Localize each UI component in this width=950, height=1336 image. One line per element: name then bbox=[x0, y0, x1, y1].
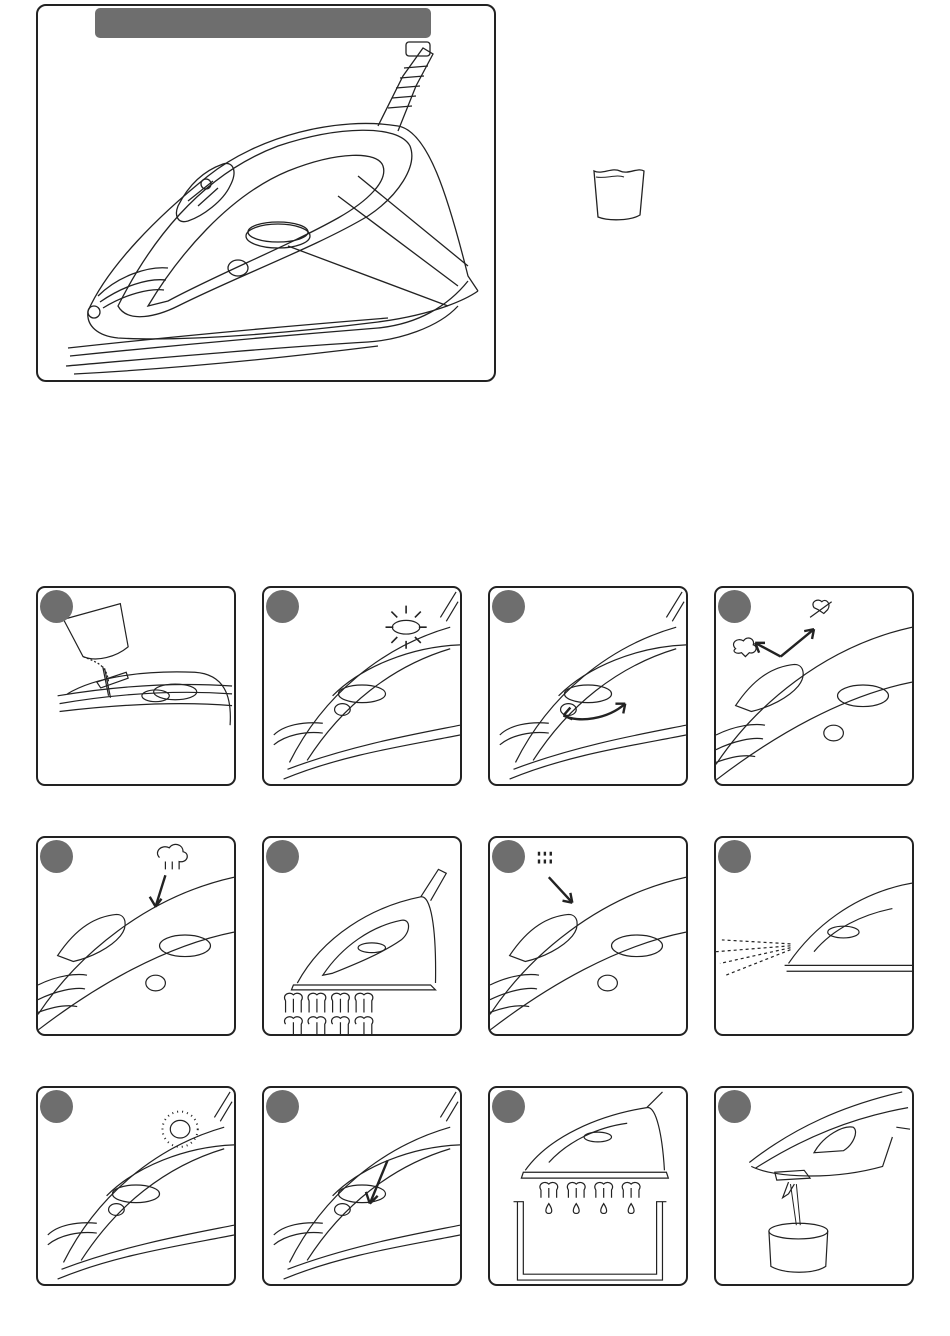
step-number-badge bbox=[492, 1090, 525, 1123]
step-panel-12 bbox=[714, 1086, 914, 1286]
step-number-badge bbox=[40, 590, 73, 623]
steam-iron-illustration bbox=[38, 6, 496, 382]
step-number-badge bbox=[718, 590, 751, 623]
step-number-badge bbox=[40, 1090, 73, 1123]
step-panel-8 bbox=[714, 836, 914, 1036]
step-panel-6 bbox=[262, 836, 462, 1036]
step-number-badge bbox=[492, 840, 525, 873]
step-number-badge bbox=[718, 1090, 751, 1123]
step-number-badge bbox=[266, 590, 299, 623]
descaling-pouch-icon bbox=[590, 165, 650, 225]
step-panel-11 bbox=[488, 1086, 688, 1286]
step-panel-9 bbox=[36, 1086, 236, 1286]
step-panel-2 bbox=[262, 586, 462, 786]
step-number-badge bbox=[718, 840, 751, 873]
step-number-badge bbox=[266, 1090, 299, 1123]
step-panel-4 bbox=[714, 586, 914, 786]
product-illustration-panel bbox=[36, 4, 496, 382]
step-number-badge bbox=[492, 590, 525, 623]
step-panel-5 bbox=[36, 836, 236, 1036]
step-panel-7 bbox=[488, 836, 688, 1036]
step-number-badge bbox=[40, 840, 73, 873]
step-panel-3 bbox=[488, 586, 688, 786]
step-number-badge bbox=[266, 840, 299, 873]
step-panel-10 bbox=[262, 1086, 462, 1286]
step-panel-1 bbox=[36, 586, 236, 786]
